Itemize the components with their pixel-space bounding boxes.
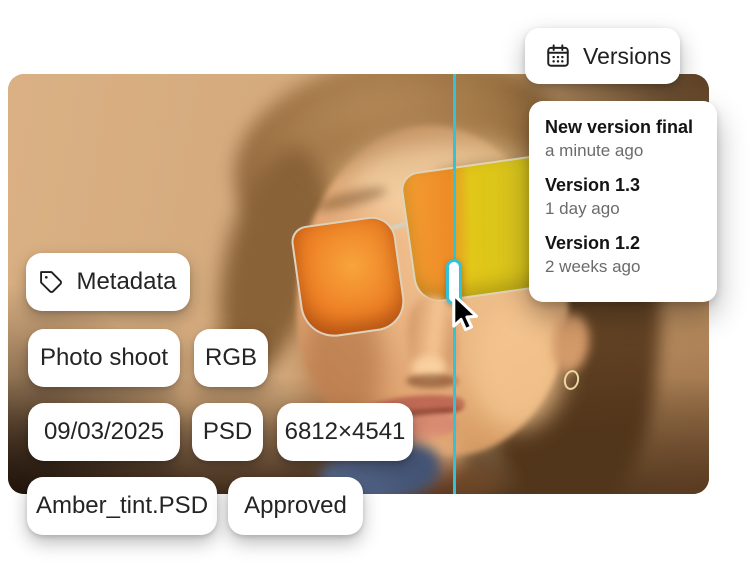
versions-button-label: Versions: [583, 43, 671, 70]
metadata-button-label: Metadata: [76, 268, 176, 296]
chip-date[interactable]: 09/03/2025: [28, 403, 180, 461]
chip-color-mode[interactable]: RGB: [194, 329, 268, 387]
version-item[interactable]: Version 1.3 1 day ago: [545, 174, 701, 219]
chip-status[interactable]: Approved: [228, 477, 363, 535]
version-name: New version final: [545, 116, 701, 138]
version-time: 1 day ago: [545, 198, 701, 219]
chip-format-label: PSD: [203, 418, 252, 446]
chip-filename-label: Amber_tint.PSD: [36, 492, 208, 520]
chip-dimensions[interactable]: 6812×4541: [277, 403, 413, 461]
version-time: a minute ago: [545, 140, 701, 161]
chip-project[interactable]: Photo shoot: [28, 329, 180, 387]
compare-slider-handle[interactable]: [446, 259, 462, 305]
version-name: Version 1.2: [545, 232, 701, 254]
version-name: Version 1.3: [545, 174, 701, 196]
asset-detail-canvas: Versions New version final a minute ago …: [0, 0, 750, 563]
tag-icon: [39, 270, 64, 295]
photo-nostril-shadow: [406, 374, 458, 388]
version-item[interactable]: Version 1.2 2 weeks ago: [545, 232, 701, 277]
sunglasses-lens-left: [289, 214, 408, 341]
chip-date-label: 09/03/2025: [44, 418, 164, 446]
chip-project-label: Photo shoot: [40, 344, 168, 372]
versions-button[interactable]: Versions: [525, 28, 680, 84]
chip-dimensions-label: 6812×4541: [285, 418, 406, 446]
chip-color-mode-label: RGB: [205, 344, 257, 372]
chip-filename[interactable]: Amber_tint.PSD: [27, 477, 217, 535]
chip-format[interactable]: PSD: [192, 403, 263, 461]
versions-panel: New version final a minute ago Version 1…: [529, 101, 717, 302]
chip-status-label: Approved: [244, 492, 347, 520]
calendar-icon: [545, 43, 571, 69]
version-time: 2 weeks ago: [545, 256, 701, 277]
version-item[interactable]: New version final a minute ago: [545, 116, 701, 161]
metadata-button[interactable]: Metadata: [26, 253, 190, 311]
